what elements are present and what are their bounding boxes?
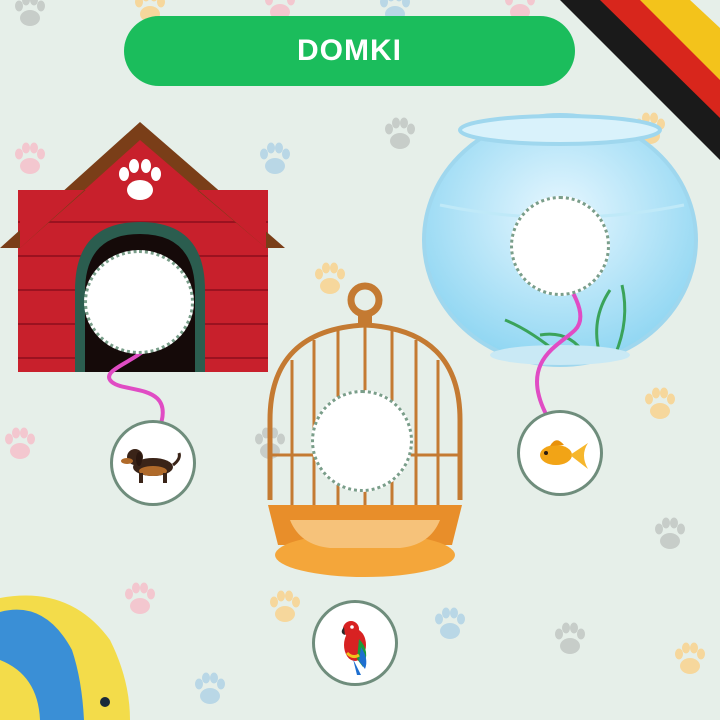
tropical-fish-icon xyxy=(0,595,130,720)
